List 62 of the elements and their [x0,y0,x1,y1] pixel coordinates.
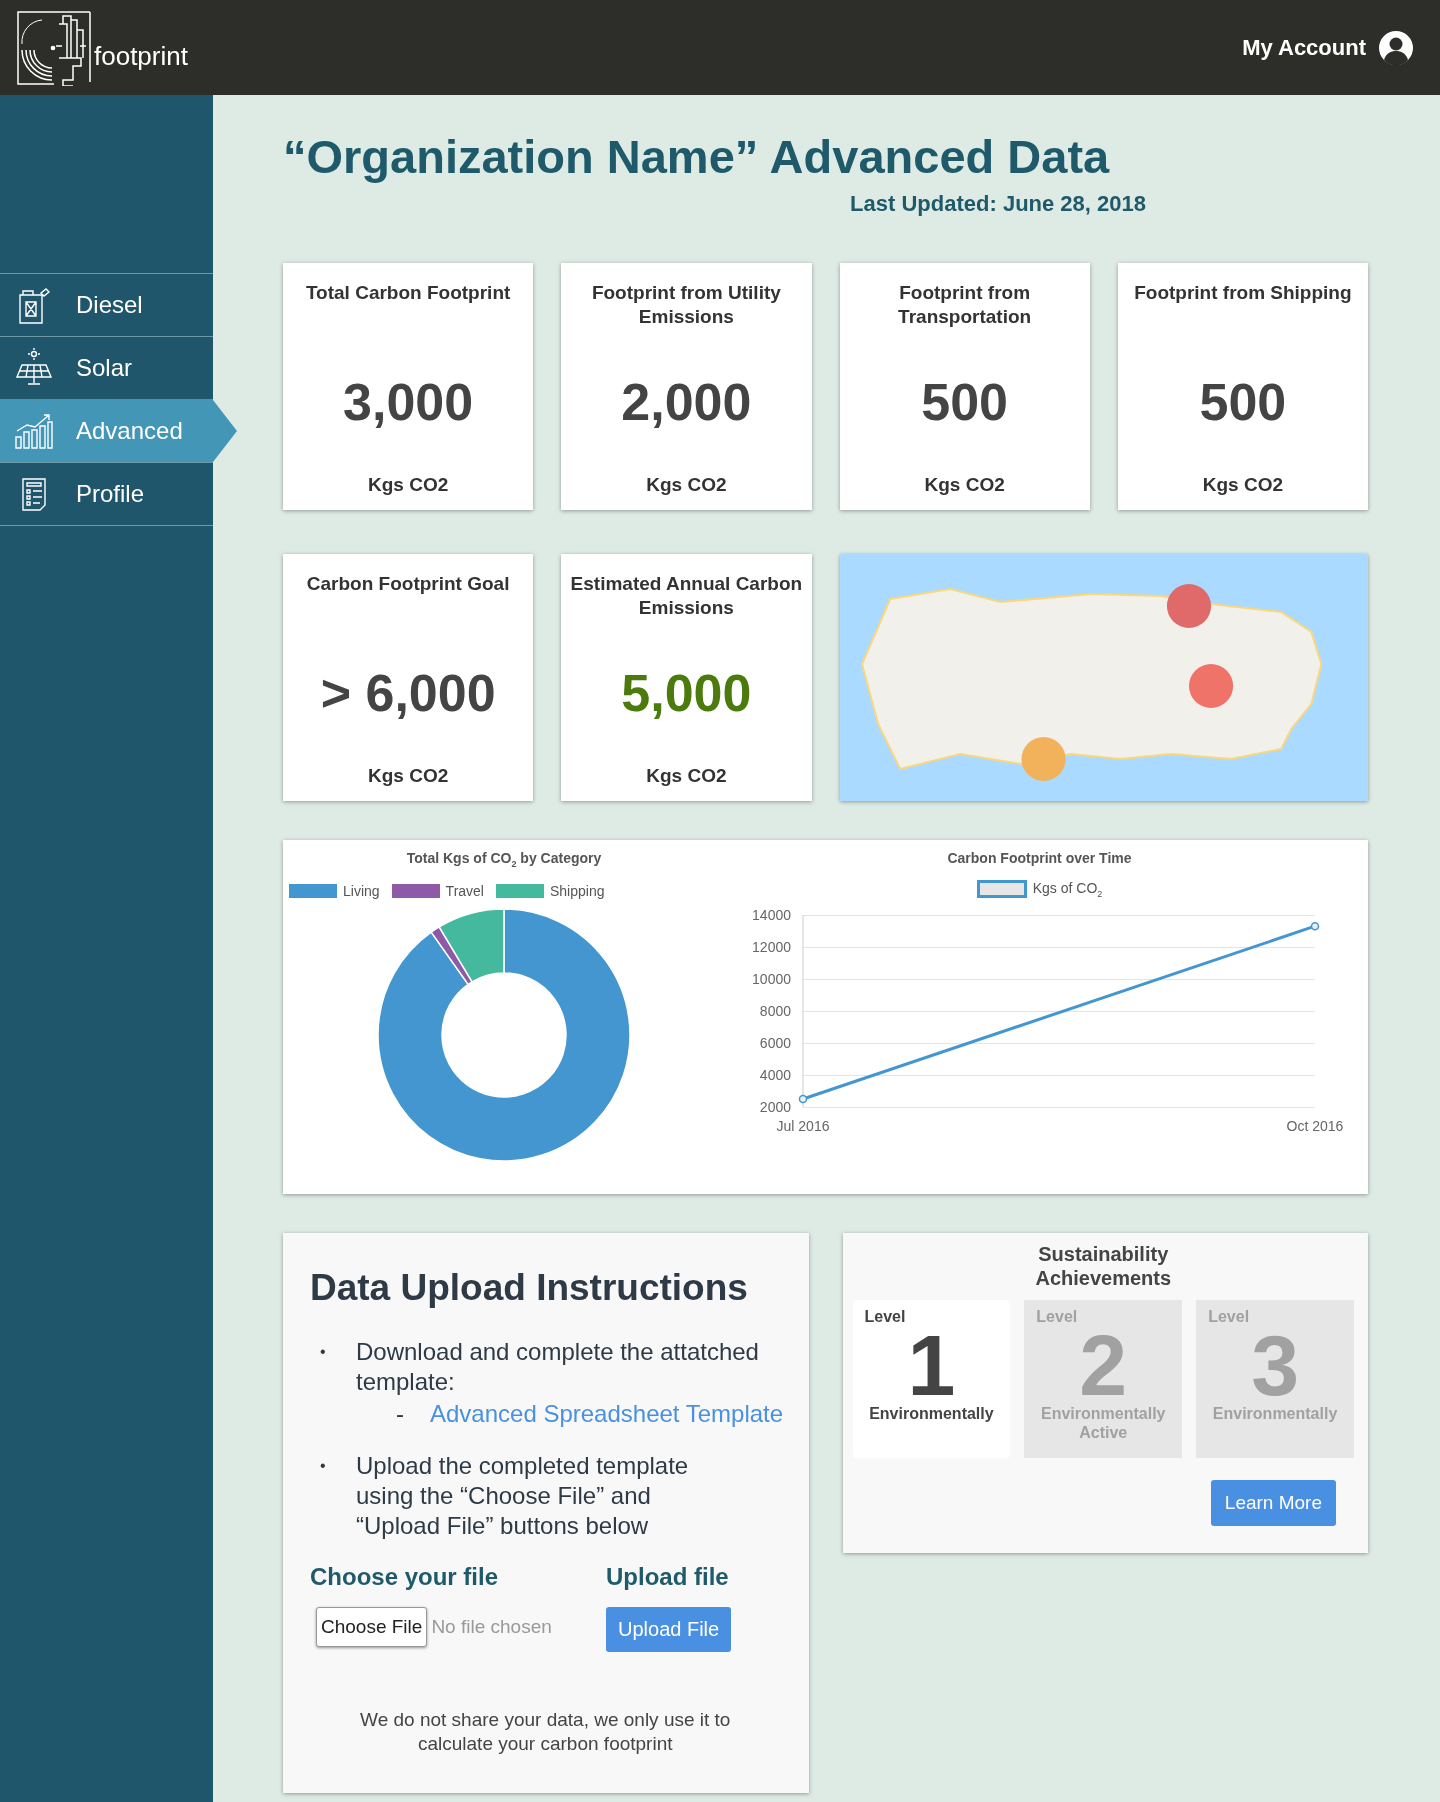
legend-label: Kgs of CO$_{2}$ [1032,880,1103,899]
y-tick-label: 6000 [759,1034,791,1051]
legend-label: Shipping [550,882,605,899]
unit-label: Kgs CO2 [646,765,727,787]
logo-icon [16,9,92,86]
dash-mark: - [396,1399,404,1429]
stat-value: 3,000 [343,371,474,433]
stat-value: 2,000 [621,371,752,433]
data-point [798,1094,807,1104]
user-icon [1378,29,1414,66]
logo-text: footprint [94,40,188,72]
x-tick-label: Oct 2016 [1286,1117,1343,1134]
y-tick-label: 10000 [751,970,791,987]
stat-value: > 6,000 [320,662,496,724]
unit-label: Kgs CO2 [368,474,449,496]
account-button[interactable]: My Account [1242,29,1414,66]
y-tick-label: 14000 [751,906,791,923]
y-tick-label: 2000 [759,1098,791,1115]
card-title: Footprint from Transportation [897,281,1033,329]
bullet-mark: • [320,1342,327,1362]
map-marker[interactable] [1021,737,1066,781]
stat-value: 500 [1199,371,1287,433]
card-title: Sustainability Achievements [1034,1242,1173,1290]
instruction-text: Download and complete the attatched template: [356,1337,760,1397]
map-marker[interactable] [1166,584,1211,628]
card-title: Footprint from Shipping [1134,281,1352,305]
sidebar-item[interactable]: Profile [0,462,213,526]
legend-swatch [976,880,1027,899]
y-tick-label: 12000 [751,938,791,955]
y-tick-label: 8000 [759,1002,791,1019]
instruction-text: Upload the completed template using the “Choose File” and “Upload File” buttons below [356,1451,690,1541]
field-label: Upload file [606,1563,730,1591]
bullet-mark: • [320,1456,327,1476]
map-marker[interactable] [1188,664,1233,708]
chart-title: Carbon Footprint over Time [947,850,1132,866]
document-icon [20,477,48,511]
y-tick-label: 4000 [759,1066,791,1083]
card-title: Footprint from Utility Emissions [590,281,782,329]
choose-file-button[interactable]: Choose File [316,1607,428,1647]
x-tick-label: Jul 2016 [776,1117,829,1134]
data-point [1310,921,1319,931]
field-label: Choose your file [310,1563,500,1591]
fuel-can-icon [17,285,51,325]
unit-label: Kgs CO2 [924,474,1005,496]
chart-title: Total Kgs of CO$_{2}$ by Category [406,850,602,869]
card-title: Carbon Footprint Goal [306,572,510,596]
card-title: Estimated Annual Carbon Emissions [569,572,804,620]
file-status: No file chosen [431,1616,552,1638]
last-updated-text: Last Updated: June 28, 2018 [849,191,1147,217]
unit-label: Kgs CO2 [646,474,727,496]
card-title: Total Carbon Footprint [305,281,511,305]
legend-label: Travel [445,882,484,899]
page-title: “Organization Name” Advanced Data [283,129,1111,185]
legend-label: Living [343,882,380,899]
unit-label: Kgs CO2 [1202,474,1283,496]
unit-label: Kgs CO2 [368,765,449,787]
sidebar-item[interactable]: Diesel [0,273,213,336]
privacy-note: We do not share your data, we only use it to calculate your carbon footprint [359,1708,732,1756]
stat-value: 500 [921,371,1008,433]
bar-chart-icon [14,413,54,449]
section-heading: Data Upload Instructions [310,1267,749,1309]
stat-value: 5,000 [621,662,752,724]
